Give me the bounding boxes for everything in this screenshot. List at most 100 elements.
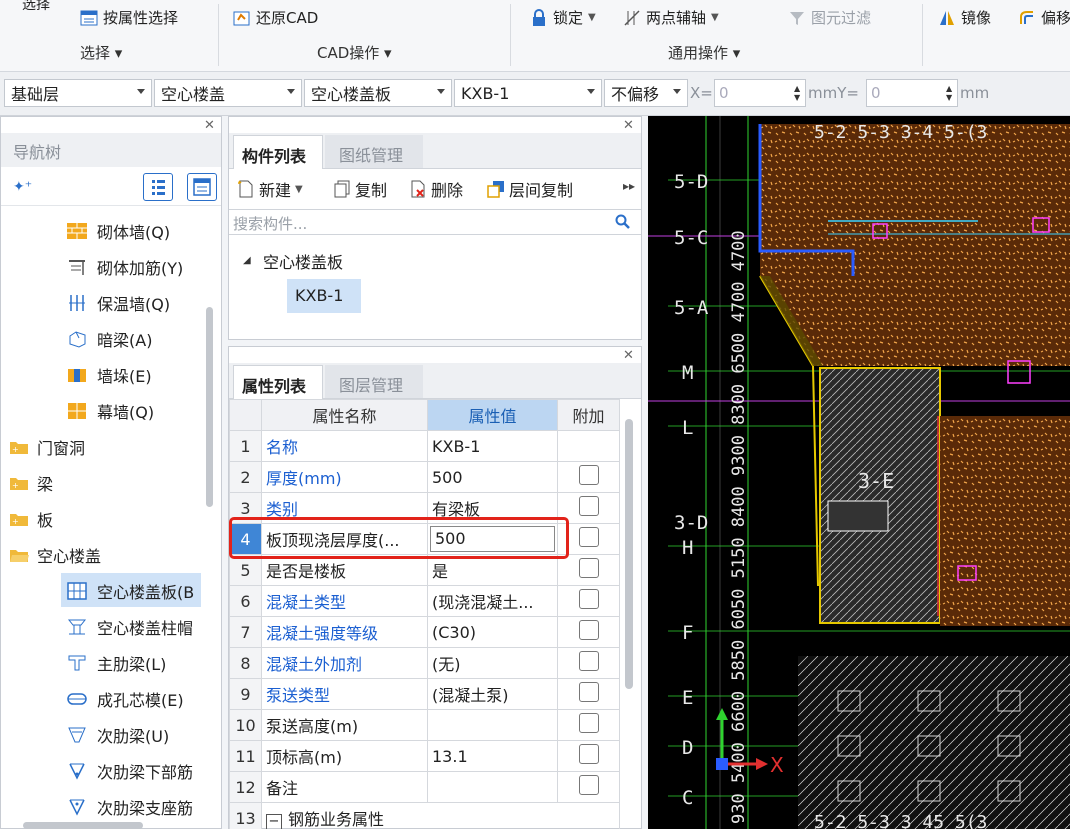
cad-canvas[interactable]: 5-D 5-C 5-A M L 3-D H F E D C 930 5400 6… [648, 116, 1070, 829]
select-by-attribute-button[interactable]: 按属性选择 [80, 7, 178, 28]
property-value[interactable]: (C30) [427, 616, 558, 648]
new-button[interactable]: 新建 ▼ [237, 177, 303, 201]
component-tree-child[interactable]: KXB-1 [287, 279, 361, 313]
copy-button[interactable]: 复制 [333, 177, 387, 201]
header-property-value[interactable]: 属性值 [427, 399, 558, 431]
extra-checkbox[interactable] [578, 558, 599, 578]
property-name: 混凝土强度等级 [261, 616, 428, 648]
nav-vertical-scrollbar[interactable] [206, 307, 213, 507]
lock-button[interactable]: 锁定 ▼ [530, 7, 596, 28]
nav-item-hidden-beam[interactable]: 暗梁(A) [67, 327, 152, 351]
group-common-ops-label[interactable]: 通用操作 ▾ [668, 42, 740, 63]
header-extra[interactable]: 附加 [557, 399, 620, 431]
spinner-arrows-icon[interactable]: ▲ ▼ [946, 84, 954, 102]
property-value[interactable]: (无) [427, 647, 558, 679]
property-value[interactable]: (现浇混凝土... [427, 585, 558, 617]
hidden-beam-icon [67, 330, 87, 348]
nav-folder-doors-windows[interactable]: + 门窗洞 [9, 435, 85, 459]
type-select[interactable]: 空心楼盖板 [304, 79, 452, 107]
list-view-toggle[interactable] [143, 173, 173, 201]
table-row[interactable]: 7 混凝土强度等级 (C30) [229, 616, 620, 648]
nav-item-hollow-slab[interactable]: 空心楼盖板(B [67, 579, 201, 603]
floor-copy-button[interactable]: 层间复制 [487, 177, 573, 201]
floor-select[interactable]: 基础层 [4, 79, 152, 107]
sparkle-icon[interactable]: ✦⁺ [13, 179, 32, 195]
nav-item-rib-bottom-rebar[interactable]: 次肋梁下部筋 [67, 759, 201, 783]
tab-property-list[interactable]: 属性列表 [233, 365, 323, 399]
nav-item-masonry-wall[interactable]: 砌体墙(Q) [67, 219, 170, 243]
property-value[interactable] [427, 709, 558, 741]
tab-component-list[interactable]: 构件列表 [233, 135, 323, 169]
table-row[interactable]: 10 泵送高度(m) [229, 709, 620, 741]
property-vertical-scrollbar[interactable] [625, 419, 633, 689]
extra-checkbox[interactable] [578, 651, 599, 671]
tab-layer-management[interactable]: 图层管理 [325, 365, 423, 398]
extra-checkbox[interactable] [578, 744, 599, 764]
table-row[interactable]: 2 厚度(mm) 500 [229, 461, 620, 493]
nav-item-secondary-rib[interactable]: 次肋梁(U) [67, 723, 169, 747]
nav-item-rib-support-rebar[interactable]: 次肋梁支座筋 [67, 795, 201, 819]
chevron-down-icon [437, 89, 445, 94]
search-input[interactable]: 搜索构件... [229, 209, 641, 235]
element-filter-button[interactable]: 图元过滤 [788, 7, 871, 28]
x-input[interactable]: 0 ▲ ▼ [714, 79, 806, 107]
table-row[interactable]: 12 备注 [229, 771, 620, 803]
delete-button[interactable]: 删除 [409, 177, 463, 201]
property-value[interactable] [427, 771, 558, 803]
nav-item-main-rib-beam[interactable]: 主肋梁(L) [67, 651, 166, 675]
nav-folder-hollow-floor[interactable]: 空心楼盖 [9, 543, 101, 567]
property-value[interactable]: 500 [427, 461, 558, 493]
extra-checkbox[interactable] [578, 713, 599, 733]
table-row[interactable]: 5 是否是楼板 是 [229, 554, 620, 586]
table-row[interactable]: 11 顶标高(m) 13.1 [229, 740, 620, 772]
nav-item-column-cap[interactable]: 空心楼盖柱帽 [67, 615, 201, 639]
close-icon[interactable]: ✕ [623, 118, 634, 133]
extra-checkbox[interactable] [578, 775, 599, 795]
nav-item-core-mold[interactable]: 成孔芯模(E) [67, 687, 184, 711]
collapse-toggle-icon[interactable]: − [266, 814, 282, 829]
close-icon[interactable]: ✕ [204, 118, 215, 133]
nav-item-wall-pier[interactable]: 墙垛(E) [67, 363, 152, 387]
extra-checkbox[interactable] [578, 589, 599, 609]
group-select-label[interactable]: 选择 ▾ [80, 42, 122, 63]
property-value[interactable]: 13.1 [427, 740, 558, 772]
table-row[interactable]: 8 混凝土外加剂 (无) [229, 647, 620, 679]
extra-checkbox[interactable] [578, 465, 599, 485]
more-icon[interactable]: ▸▸ [623, 179, 635, 193]
table-row-group[interactable]: 13 − 钢筋业务属性 [229, 802, 620, 829]
property-value[interactable]: 是 [427, 554, 558, 586]
extra-checkbox[interactable] [578, 496, 599, 516]
close-icon[interactable]: ✕ [623, 348, 634, 363]
group-cad-ops-label[interactable]: CAD操作 ▾ [317, 42, 392, 63]
nav-folder-beam[interactable]: + 梁 [9, 471, 53, 495]
two-point-axis-button[interactable]: 两点辅轴 ▼ [623, 7, 719, 28]
y-input[interactable]: 0 ▲ ▼ [866, 79, 958, 107]
extra-checkbox[interactable] [578, 620, 599, 640]
category-select[interactable]: 空心楼盖 [154, 79, 302, 107]
mirror-button[interactable]: 镜像 [938, 7, 991, 28]
spinner-arrows-icon[interactable]: ▲ ▼ [794, 84, 802, 102]
nav-folder-slab[interactable]: + 板 [9, 507, 53, 531]
nav-item-masonry-rebar[interactable]: 砌体加筋(Y) [67, 255, 183, 279]
component-select[interactable]: KXB-1 [454, 79, 602, 107]
nav-item-insulation-wall[interactable]: 保温墙(Q) [67, 291, 170, 315]
table-row[interactable]: 1 名称 KXB-1 [229, 430, 620, 462]
search-icon[interactable] [615, 214, 631, 230]
restore-cad-button[interactable]: 还原CAD [233, 7, 318, 28]
header-property-name[interactable]: 属性名称 [261, 399, 428, 431]
property-value[interactable]: KXB-1 [427, 430, 558, 462]
offset-mode-select[interactable]: 不偏移 [604, 79, 688, 107]
table-row[interactable]: 9 泵送类型 (混凝土泵) [229, 678, 620, 710]
collapse-arrow-icon[interactable]: ◢ [243, 255, 251, 266]
table-row[interactable]: 6 混凝土类型 (现浇混凝土... [229, 585, 620, 617]
detail-view-toggle[interactable] [187, 173, 217, 201]
tab-drawing-management[interactable]: 图纸管理 [325, 135, 423, 168]
property-value[interactable]: (混凝土泵) [427, 678, 558, 710]
extra-checkbox[interactable] [578, 527, 599, 547]
extra-checkbox[interactable] [578, 682, 599, 702]
offset-button[interactable]: 偏移 [1018, 7, 1070, 28]
select-top-button[interactable]: 选择 [22, 0, 50, 14]
nav-item-curtain-wall[interactable]: 幕墙(Q) [67, 399, 154, 423]
component-tree-parent[interactable]: 空心楼盖板 [263, 249, 343, 273]
nav-horizontal-scrollbar[interactable] [23, 822, 143, 829]
